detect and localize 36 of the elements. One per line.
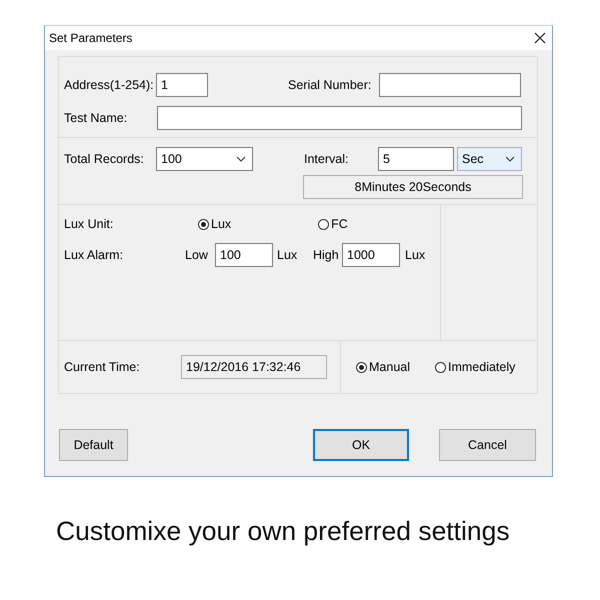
caret-icon xyxy=(236,156,246,162)
time-display: 19/12/2016 17:32:46 xyxy=(181,355,327,379)
input-field[interactable]: 1000 xyxy=(342,243,400,267)
input-field[interactable]: 1 xyxy=(156,73,208,97)
radio-button[interactable]: Immediately xyxy=(435,360,516,374)
dropdown[interactable]: Sec xyxy=(457,147,522,171)
duration-display: 8Minutes 20Seconds xyxy=(303,175,523,199)
radio-button[interactable]: Lux xyxy=(198,217,232,231)
dropdown-value: Sec xyxy=(462,152,484,166)
dialog-button[interactable]: OK xyxy=(313,429,409,461)
input-field[interactable]: 5 xyxy=(378,147,454,171)
caption-text: Customixe your own preferred settings xyxy=(56,516,510,546)
caret-icon xyxy=(505,156,515,162)
input-field[interactable] xyxy=(379,73,521,97)
dialog-button[interactable]: Default xyxy=(59,429,128,461)
input-field[interactable] xyxy=(157,106,522,130)
dialog-button[interactable]: Cancel xyxy=(439,429,536,461)
field-label: Address(1-254): xyxy=(64,78,155,92)
field-label: Current Time: xyxy=(64,360,141,374)
window-title: Set Parameters xyxy=(49,31,132,45)
input-field[interactable]: 100 xyxy=(215,243,273,267)
field-label: Interval: xyxy=(304,152,350,166)
field-label: Serial Number: xyxy=(288,78,372,92)
dropdown-value: 100 xyxy=(161,152,182,166)
field-label: Lux xyxy=(277,248,298,262)
field-label: Lux Alarm: xyxy=(64,248,124,262)
close-icon[interactable] xyxy=(534,32,546,44)
field-label: Lux Unit: xyxy=(64,217,114,231)
radio-button[interactable]: FC xyxy=(318,217,348,231)
field-label: High xyxy=(313,248,340,262)
field-label: Low xyxy=(185,248,209,262)
field-label: Total Records: xyxy=(64,152,145,166)
field-label: Test Name: xyxy=(64,111,128,125)
radio-button[interactable]: Manual xyxy=(356,360,410,374)
field-label: Lux xyxy=(405,248,426,262)
dropdown[interactable]: 100 xyxy=(156,147,253,171)
